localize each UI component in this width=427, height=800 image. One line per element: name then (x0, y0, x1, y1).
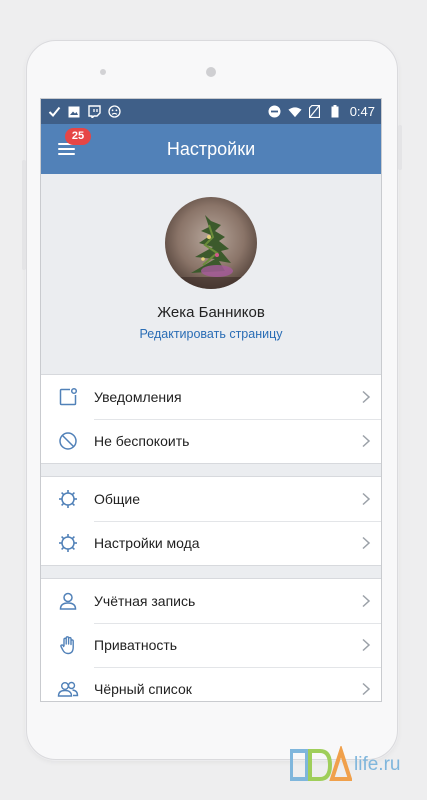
front-camera (206, 67, 216, 77)
user-icon (57, 590, 79, 612)
settings-group-account: Учётная запись Приватность Чёрный список (41, 578, 381, 701)
settings-item-mod-settings[interactable]: Настройки мода (41, 521, 381, 565)
profile-section: Жека Банников Редактировать страницу (41, 174, 381, 374)
settings-item-label: Чёрный список (94, 681, 192, 697)
image-icon (67, 105, 81, 119)
chevron-right-icon (361, 434, 371, 448)
twitch-icon (87, 105, 101, 119)
status-bar: 0:47 (41, 99, 381, 124)
power-button (398, 125, 402, 170)
settings-item-account[interactable]: Учётная запись (41, 579, 381, 623)
settings-item-notifications[interactable]: Уведомления (41, 375, 381, 419)
do-not-disturb-icon (57, 430, 79, 452)
settings-item-label: Уведомления (94, 389, 182, 405)
status-time: 0:47 (349, 104, 375, 119)
do-not-disturb-icon (268, 105, 282, 119)
profile-name: Жека Банников (157, 304, 265, 321)
settings-item-general[interactable]: Общие (41, 477, 381, 521)
chevron-right-icon (361, 536, 371, 550)
settings-item-label: Не беспокоить (94, 433, 190, 449)
settings-item-label: Настройки мода (94, 535, 200, 551)
settings-item-privacy[interactable]: Приватность (41, 623, 381, 667)
settings-group-general: Общие Настройки мода (41, 476, 381, 566)
notification-icon (57, 386, 79, 408)
gear-icon (57, 488, 79, 510)
chevron-right-icon (361, 638, 371, 652)
watermark: life.ru (290, 745, 400, 785)
pda-logo (290, 746, 352, 781)
page-title: Настройки (166, 138, 256, 159)
avatar[interactable] (165, 197, 257, 289)
chevron-right-icon (361, 492, 371, 506)
settings-item-label: Приватность (94, 637, 178, 653)
app-screen: 0:47 25 Настройки Жека Банников Редактир… (40, 98, 382, 702)
chevron-right-icon (361, 594, 371, 608)
no-sim-icon (308, 105, 322, 119)
settings-item-blacklist[interactable]: Чёрный список (41, 667, 381, 701)
chevron-right-icon (361, 390, 371, 404)
battery-icon (328, 105, 342, 119)
watermark-text: life.ru (354, 754, 401, 775)
settings-item-do-not-disturb[interactable]: Не беспокоить (41, 419, 381, 463)
gear-icon (57, 532, 79, 554)
settings-item-label: Общие (94, 491, 141, 507)
settings-group-notifications: Уведомления Не беспокоить (41, 374, 381, 464)
notification-badge: 25 (65, 128, 91, 145)
app-bar: 25 Настройки (41, 124, 381, 174)
edit-page-link[interactable]: Редактировать страницу (41, 327, 381, 341)
wifi-icon (288, 105, 302, 119)
hand-icon (57, 634, 79, 656)
volume-button (22, 160, 26, 270)
smiley-icon (107, 105, 121, 119)
users-icon (57, 678, 79, 700)
chevron-right-icon (361, 682, 371, 696)
sensor-dot (100, 69, 106, 75)
settings-item-label: Учётная запись (94, 593, 196, 609)
check-icon (47, 105, 61, 119)
